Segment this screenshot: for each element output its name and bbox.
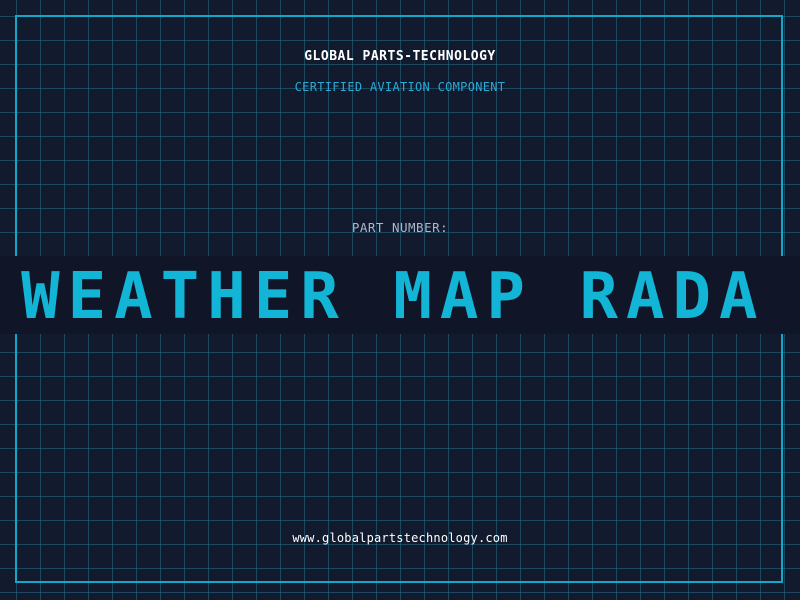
part-number-band: S WEATHER MAP RADA xyxy=(0,256,800,334)
certification-subtitle: CERTIFIED AVIATION COMPONENT xyxy=(294,80,506,94)
website-url[interactable]: www.globalpartstechnology.com xyxy=(0,531,800,545)
company-name: GLOBAL PARTS-TECHNOLOGY xyxy=(304,49,496,64)
page: GLOBAL PARTS-TECHNOLOGY CERTIFIED AVIATI… xyxy=(0,0,800,600)
part-number-label: PART NUMBER: xyxy=(351,220,449,235)
part-number-marquee: S WEATHER MAP RADA xyxy=(0,260,766,334)
